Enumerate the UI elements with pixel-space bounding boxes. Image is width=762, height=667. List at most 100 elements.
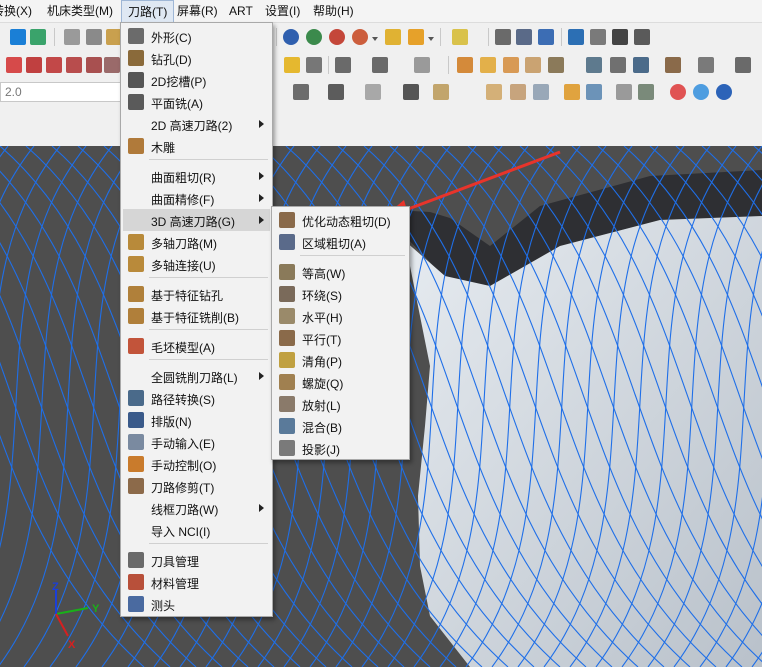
menu-item-0[interactable]: 外形(C) [123, 25, 270, 47]
cube-wire-icon[interactable] [633, 57, 649, 73]
spline-icon[interactable] [86, 57, 102, 73]
menu-item-22[interactable]: 刀具管理 [123, 549, 270, 571]
brick-icon[interactable] [480, 57, 496, 73]
box-tan-icon[interactable] [486, 84, 502, 100]
menu-item-17[interactable]: 手动输入(E) [123, 431, 270, 453]
rectangle-icon[interactable] [66, 57, 82, 73]
menu-item-1[interactable]: 钻孔(D) [123, 47, 270, 69]
help-icon[interactable] [716, 84, 732, 100]
submenu-item-0[interactable]: 优化动态粗切(D) [274, 209, 407, 231]
check-icon[interactable] [638, 84, 654, 100]
menu-machine-type[interactable]: 机床类型(M) [41, 0, 119, 22]
submenu-item-5[interactable]: 平行(T) [274, 327, 407, 349]
analyze-icon[interactable] [516, 29, 532, 45]
sigma-icon[interactable] [612, 29, 628, 45]
brush-icon[interactable] [452, 29, 468, 45]
line-icon[interactable] [26, 57, 42, 73]
dimension-v-icon[interactable] [372, 57, 388, 73]
list-icon[interactable] [538, 29, 554, 45]
coordinate-input[interactable]: 2.0 [0, 82, 127, 102]
menu-item-15[interactable]: 路径转换(S) [123, 387, 270, 409]
menu-item-6[interactable]: 曲面粗切(R) [123, 165, 270, 187]
submenu-item-1[interactable]: 区域粗切(A) [274, 231, 407, 253]
trim-tool-icon[interactable] [104, 57, 120, 73]
stock-icon[interactable] [665, 57, 681, 73]
grid-snap-icon[interactable] [293, 84, 309, 100]
menu-art[interactable]: ART [223, 0, 259, 22]
shade-green-icon[interactable] [306, 29, 322, 45]
box-blue-icon[interactable] [533, 84, 549, 100]
submenu-item-3[interactable]: 环绕(S) [274, 283, 407, 305]
info-icon[interactable] [693, 84, 709, 100]
arc-icon[interactable] [46, 57, 62, 73]
menu-item-3[interactable]: 平面铣(A) [123, 91, 270, 113]
surface-icon[interactable] [30, 29, 46, 45]
shade-icon[interactable] [283, 29, 299, 45]
menu-item-19[interactable]: 刀路修剪(T) [123, 475, 270, 497]
shade-red-icon[interactable] [329, 29, 345, 45]
submenu-item-9[interactable]: 混合(B) [274, 415, 407, 437]
menu-item-13[interactable]: 毛坯模型(A) [123, 335, 270, 357]
measure-icon[interactable] [735, 57, 751, 73]
draw-line-icon[interactable] [403, 84, 419, 100]
menu-item-8[interactable]: 3D 高速刀路(G) [123, 209, 270, 231]
menu-item-4[interactable]: 2D 高速刀路(2) [123, 113, 270, 135]
shade-orange-icon[interactable] [352, 29, 368, 45]
grid-icon[interactable] [634, 29, 650, 45]
report-icon[interactable] [590, 29, 606, 45]
submenu-item-8[interactable]: 放射(L) [274, 393, 407, 415]
undo-view-icon[interactable] [586, 84, 602, 100]
arch-icon[interactable] [503, 57, 519, 73]
submenu-item-10[interactable]: 投影(J) [274, 437, 407, 459]
menu-item-7[interactable]: 曲面精修(F) [123, 187, 270, 209]
fixture-icon[interactable] [610, 57, 626, 73]
menu-item-23[interactable]: 材料管理 [123, 571, 270, 593]
cube-gray-icon[interactable] [86, 29, 102, 45]
wall-icon[interactable] [457, 57, 473, 73]
menu-item-16[interactable]: 排版(N) [123, 409, 270, 431]
part-icon[interactable] [433, 84, 449, 100]
menu-item-21[interactable]: 导入 NCI(I) [123, 519, 270, 541]
pencil-orange-icon[interactable] [408, 29, 424, 45]
view-cube-icon[interactable] [698, 57, 714, 73]
menu-transform[interactable]: 转换(X) [0, 0, 38, 22]
menu-item-10[interactable]: 多轴连接(U) [123, 253, 270, 275]
menu-help[interactable]: 帮助(H) [307, 0, 360, 22]
window-select-icon[interactable] [365, 84, 381, 100]
submenu-item-2[interactable]: 等高(W) [274, 261, 407, 283]
menu-item-14[interactable]: 全圆铣削刀路(L) [123, 365, 270, 387]
hatch-icon[interactable] [414, 57, 430, 73]
tools-icon[interactable] [586, 57, 602, 73]
menu-screen[interactable]: 屏幕(R) [171, 0, 224, 22]
block-icon[interactable] [548, 57, 564, 73]
flatten-icon[interactable] [525, 57, 541, 73]
submenu-item-6[interactable]: 清角(P) [274, 349, 407, 371]
layers-icon[interactable] [616, 84, 632, 100]
sheet-icon[interactable] [564, 84, 580, 100]
submenu-item-4[interactable]: 水平(H) [274, 305, 407, 327]
solid-icon[interactable] [10, 29, 26, 45]
menu-item-18[interactable]: 手动控制(O) [123, 453, 270, 475]
fan-icon[interactable] [568, 29, 584, 45]
cube-icon[interactable] [64, 29, 80, 45]
help-query-icon[interactable] [495, 29, 511, 45]
dimension-h-icon[interactable] [335, 57, 351, 73]
bulb-icon[interactable] [284, 57, 300, 73]
menu-item-24[interactable]: 测头 [123, 593, 270, 615]
menu-item-12[interactable]: 基于特征铣削(B) [123, 305, 270, 327]
box-tan2-icon[interactable] [510, 84, 526, 100]
menu-item-11[interactable]: 基于特征钻孔 [123, 283, 270, 305]
point-icon[interactable] [6, 57, 22, 73]
pencil-yellow-icon[interactable] [385, 29, 401, 45]
menu-separator [149, 359, 268, 360]
note-icon[interactable] [306, 57, 322, 73]
menu-item-9[interactable]: 多轴刀路(M) [123, 231, 270, 253]
rotate-icon[interactable] [328, 84, 344, 100]
menu-item-2[interactable]: 2D挖槽(P) [123, 69, 270, 91]
menu-item-5[interactable]: 木雕 [123, 135, 270, 157]
stop-icon[interactable] [670, 84, 686, 100]
menu-settings[interactable]: 设置(I) [259, 0, 306, 22]
menu-toolpaths[interactable]: 刀路(T) [121, 0, 175, 22]
submenu-item-7[interactable]: 螺旋(Q) [274, 371, 407, 393]
menu-item-20[interactable]: 线框刀路(W) [123, 497, 270, 519]
